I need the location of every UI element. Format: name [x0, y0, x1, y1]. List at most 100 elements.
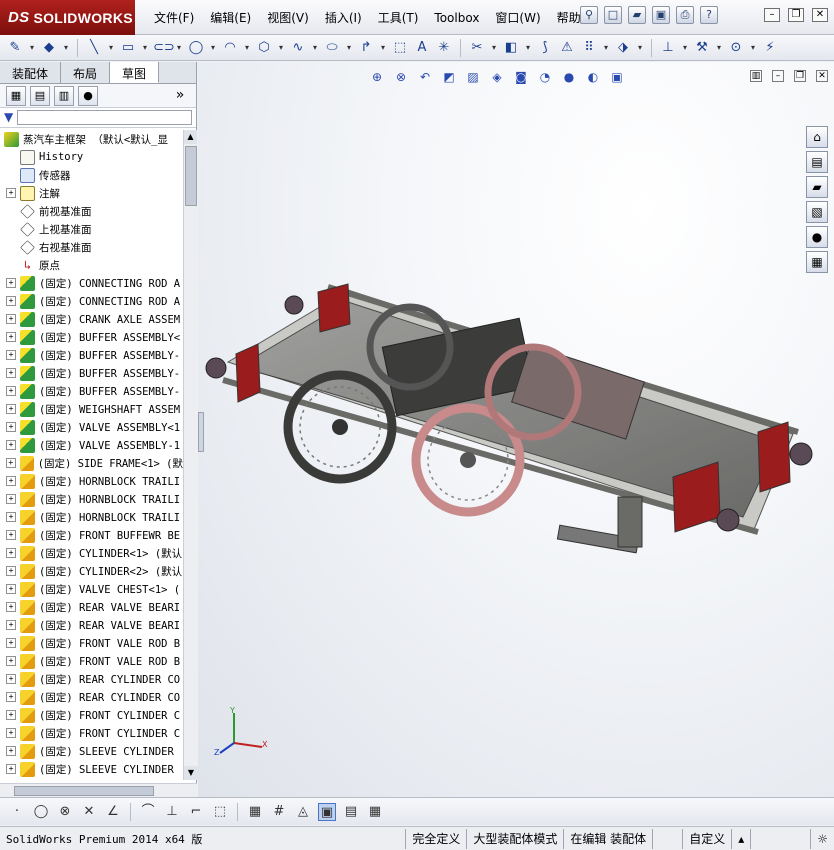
- expand-icon[interactable]: +: [6, 278, 16, 288]
- ellipse-icon[interactable]: ⬭: [323, 39, 341, 57]
- expand-icon[interactable]: +: [6, 710, 16, 720]
- intersection-icon[interactable]: ⊗: [56, 803, 74, 821]
- line-icon[interactable]: ╲: [85, 39, 103, 57]
- tree-item-component[interactable]: + (固定) SLEEVE CYLINDER: [0, 742, 183, 760]
- minimize-icon[interactable]: –: [764, 8, 780, 22]
- repair-sketch-icon[interactable]: ⚒: [693, 39, 711, 57]
- solidworks-logo[interactable]: DS SOLIDWORKS: [0, 0, 135, 35]
- expand-icon[interactable]: +: [6, 674, 16, 684]
- tree-item-component[interactable]: + (固定) BUFFER ASSEMBLY-: [0, 382, 183, 400]
- rectangle-icon[interactable]: ▭: [119, 39, 137, 57]
- tree-item-component[interactable]: + (固定) VALVE ASSEMBLY<1: [0, 418, 183, 436]
- chevron-down-icon[interactable]: ▾: [345, 39, 353, 57]
- corner-icon[interactable]: ⌐: [187, 803, 205, 821]
- scroll-up-icon[interactable]: ▲: [184, 130, 197, 144]
- expand-icon[interactable]: +: [6, 638, 16, 648]
- tree-item-component[interactable]: + (固定) FRONT CYLINDER C: [0, 706, 183, 724]
- midpoint-icon[interactable]: ⬚: [211, 803, 229, 821]
- close-icon[interactable]: ✕: [812, 8, 828, 22]
- tree-item-component[interactable]: + (固定) HORNBLOCK TRAILI: [0, 490, 183, 508]
- tree-item-top-plane[interactable]: 上视基准面: [0, 220, 183, 238]
- chevron-down-icon[interactable]: ▾: [243, 39, 251, 57]
- open-folder-icon[interactable]: ▰: [628, 6, 646, 24]
- tree-item-component[interactable]: + (固定) BUFFER ASSEMBLY-: [0, 364, 183, 382]
- expand-icon[interactable]: +: [6, 494, 16, 504]
- expand-icon[interactable]: +: [6, 728, 16, 738]
- tree-item-front-plane[interactable]: 前视基准面: [0, 202, 183, 220]
- tree-item-component[interactable]: + (固定) VALVE ASSEMBLY-1: [0, 436, 183, 454]
- expand-icon[interactable]: +: [6, 602, 16, 612]
- save-icon[interactable]: ▣: [652, 6, 670, 24]
- chevron-down-icon[interactable]: ▾: [209, 39, 217, 57]
- tree-item-history[interactable]: History: [0, 148, 183, 166]
- expand-icon[interactable]: +: [6, 350, 16, 360]
- tree-root[interactable]: 蒸汽车主框架 （默认<默认_显: [0, 130, 183, 148]
- graphics-area[interactable]: ⊕ ⊗ ↶ ◩ ▨ ◈ ◙ ◔ ● ◐ ▣ ▥ – ❐ ✕ ⌂ ▤ ▰ ▧ ● …: [198, 62, 834, 797]
- expand-icon[interactable]: +: [6, 584, 16, 594]
- restore-icon[interactable]: ❐: [788, 8, 804, 22]
- tree-item-component[interactable]: + (固定) FRONT BUFFEWR BE: [0, 526, 183, 544]
- expand-more-icon[interactable]: »: [170, 86, 190, 106]
- expand-icon[interactable]: +: [6, 386, 16, 396]
- display-manager-icon[interactable]: ●: [78, 85, 98, 106]
- polygon-icon[interactable]: ⬡: [255, 39, 273, 57]
- expand-icon[interactable]: +: [6, 404, 16, 414]
- spline-icon[interactable]: ∿: [289, 39, 307, 57]
- tree-item-origin[interactable]: ↳ 原点: [0, 256, 183, 274]
- tree-item-component[interactable]: + (固定) CYLINDER<2> (默认: [0, 562, 183, 580]
- move-entities-icon[interactable]: ⬗: [614, 39, 632, 57]
- expand-icon[interactable]: +: [6, 188, 16, 198]
- mirror-icon[interactable]: ⚠: [558, 39, 576, 57]
- linear-pattern-icon[interactable]: ⠿: [580, 39, 598, 57]
- expand-icon[interactable]: +: [6, 746, 16, 756]
- tree-item-component[interactable]: + (固定) CONNECTING ROD A: [0, 274, 183, 292]
- expand-icon[interactable]: +: [6, 530, 16, 540]
- angle-snap-icon[interactable]: ◬: [294, 803, 312, 821]
- tree-item-component[interactable]: + (固定) CONNECTING ROD A: [0, 292, 183, 310]
- arc-icon[interactable]: ◠: [221, 39, 239, 57]
- tree-item-sensors[interactable]: 传感器: [0, 166, 183, 184]
- shaded-view-icon[interactable]: ▣: [318, 802, 336, 821]
- grid-icon[interactable]: #: [270, 803, 288, 821]
- expand-icon[interactable]: +: [6, 476, 16, 486]
- display-relations-icon[interactable]: ⊥: [659, 39, 677, 57]
- fillet-icon[interactable]: ↱: [357, 39, 375, 57]
- smart-dimension-icon[interactable]: ◆: [40, 39, 58, 57]
- tree-item-component[interactable]: + (固定) CYLINDER<1> (默认: [0, 544, 183, 562]
- tree-item-annotations[interactable]: + 注解: [0, 184, 183, 202]
- expand-icon[interactable]: +: [6, 440, 16, 450]
- chevron-down-icon[interactable]: ▾: [749, 39, 757, 57]
- chevron-down-icon[interactable]: ▾: [715, 39, 723, 57]
- tree-horizontal-scrollbar[interactable]: [0, 783, 197, 797]
- tree-item-component[interactable]: + (固定) HORNBLOCK TRAILI: [0, 472, 183, 490]
- tangent-icon[interactable]: ⌒: [139, 803, 157, 821]
- expand-icon[interactable]: +: [6, 548, 16, 558]
- menu-insert[interactable]: 插入(I): [317, 9, 370, 26]
- expand-icon[interactable]: +: [6, 368, 16, 378]
- tree-item-component[interactable]: + (固定) REAR VALVE BEARI: [0, 598, 183, 616]
- rapid-sketch-icon[interactable]: ⚡: [761, 39, 779, 57]
- tree-item-component[interactable]: + (固定) CRANK AXLE ASSEM: [0, 310, 183, 328]
- menu-tools[interactable]: 工具(T): [370, 9, 427, 26]
- chevron-down-icon[interactable]: ▾: [175, 39, 183, 57]
- point-icon[interactable]: ·: [8, 803, 26, 821]
- tree-item-component[interactable]: + (固定) REAR CYLINDER CO: [0, 670, 183, 688]
- menu-toolbox[interactable]: Toolbox: [426, 11, 487, 25]
- angle-icon[interactable]: ∠: [104, 803, 122, 821]
- chevron-down-icon[interactable]: ▾: [681, 39, 689, 57]
- menu-view[interactable]: 视图(V): [259, 9, 317, 26]
- edit-sketch-icon[interactable]: ✎: [6, 39, 24, 57]
- chevron-down-icon[interactable]: ▾: [107, 39, 115, 57]
- tree-item-component[interactable]: + (固定) BUFFER ASSEMBLY-: [0, 346, 183, 364]
- circle-icon[interactable]: ◯: [32, 803, 50, 821]
- tree-item-component[interactable]: + (固定) BUFFER ASSEMBLY<: [0, 328, 183, 346]
- chevron-down-icon[interactable]: ▾: [311, 39, 319, 57]
- quick-snaps-icon[interactable]: ⊙: [727, 39, 745, 57]
- split-view-icon[interactable]: ▤: [342, 803, 360, 821]
- tree-item-right-plane[interactable]: 右视基准面: [0, 238, 183, 256]
- expand-icon[interactable]: +: [6, 422, 16, 432]
- expand-icon[interactable]: +: [6, 512, 16, 522]
- locomotive-frame-model[interactable]: [198, 62, 834, 797]
- chevron-down-icon[interactable]: ▾: [636, 39, 644, 57]
- circle-icon[interactable]: ◯: [187, 39, 205, 57]
